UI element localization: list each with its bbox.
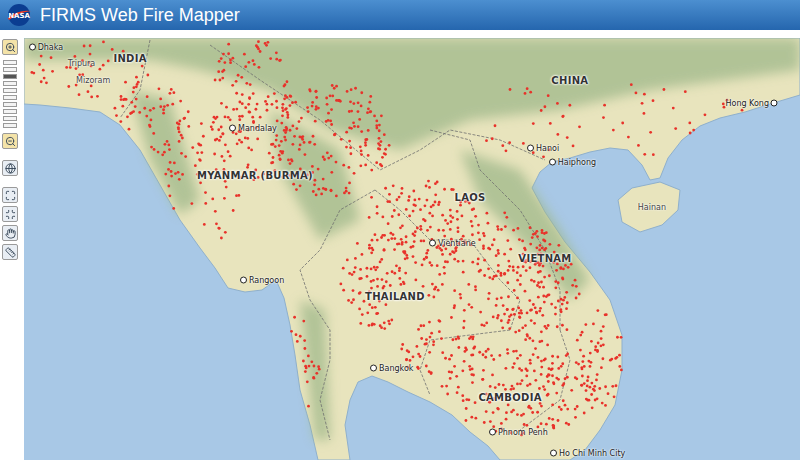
city-label[interactable]: Haiphong (549, 157, 596, 166)
basemap-icon (24, 38, 800, 460)
zoom-notch[interactable] (3, 67, 17, 72)
zoom-out-button[interactable] (2, 133, 18, 149)
zoom-slider[interactable] (3, 58, 17, 130)
city-label[interactable]: Rangoon (240, 276, 284, 285)
zoom-notch[interactable] (3, 95, 17, 100)
country-label: LAOS (454, 191, 485, 202)
zoom-box-out-icon (5, 209, 16, 220)
country-label: CHINA (551, 75, 588, 86)
city-marker-icon (240, 277, 247, 284)
zoom-box-in-button[interactable] (2, 187, 18, 203)
city-label[interactable]: Mandalay (229, 123, 277, 132)
country-label: THAILAND (365, 290, 425, 301)
measure-button[interactable] (2, 244, 18, 260)
country-label: CAMBODIA (478, 391, 541, 402)
zoom-notch[interactable] (3, 102, 17, 107)
city-name: Dhaka (38, 43, 64, 52)
region-label: Mizoram (76, 75, 110, 84)
city-label[interactable]: Phnom Penh (489, 427, 548, 436)
city-name: Phnom Penh (498, 427, 548, 436)
city-label[interactable]: Ho Chi Minh City (550, 449, 625, 458)
zoom-box-in-icon (5, 190, 16, 201)
full-extent-button[interactable] (2, 160, 18, 176)
city-name: Vientiane (438, 238, 476, 247)
region-label: Tripura (68, 58, 96, 67)
country-label: VIETNAM (518, 253, 571, 264)
city-marker-icon (370, 365, 377, 372)
city-marker-icon (29, 44, 36, 51)
pan-button[interactable] (2, 225, 18, 241)
globe-icon (5, 163, 16, 174)
zoom-notch[interactable] (3, 88, 17, 93)
city-name: Ho Chi Minh City (559, 449, 625, 458)
city-name: Bangkok (379, 364, 413, 373)
city-marker-icon (229, 124, 236, 131)
nasa-logo-icon: NASA (6, 3, 32, 27)
fire-mapper-page: NASA FIRMS Web Fire Mapper INDIA CHINA MYANM… (0, 0, 800, 460)
city-marker-icon (549, 158, 556, 165)
hand-icon (5, 228, 16, 239)
zoom-notch[interactable] (3, 74, 17, 79)
header-bar: NASA FIRMS Web Fire Mapper (0, 0, 800, 30)
zoom-box-out-button[interactable] (2, 206, 18, 222)
city-name: Mandalay (238, 123, 277, 132)
ruler-icon (5, 247, 16, 258)
city-marker-icon (527, 145, 534, 152)
city-label[interactable]: Hong Kong (725, 99, 778, 108)
country-label: MYANMAR (BURMA) (197, 169, 313, 180)
city-label[interactable]: Vientiane (429, 238, 476, 247)
city-marker-icon (550, 450, 557, 457)
zoom-notch[interactable] (3, 123, 17, 128)
zoom-notch[interactable] (3, 116, 17, 121)
app-title: FIRMS Web Fire Mapper (40, 5, 240, 26)
zoom-out-icon (5, 136, 16, 147)
city-label[interactable]: Hanoi (527, 144, 559, 153)
city-marker-icon (771, 100, 778, 107)
zoom-notch[interactable] (3, 60, 17, 65)
zoom-in-icon (5, 42, 16, 53)
city-marker-icon (429, 239, 436, 246)
zoom-notch[interactable] (3, 81, 17, 86)
city-name: Haiphong (558, 157, 596, 166)
map-canvas[interactable]: INDIA CHINA MYANMAR (BURMA) LAOS VIETNAM THAI… (24, 38, 800, 460)
svg-text:NASA: NASA (8, 12, 30, 20)
map-body: INDIA CHINA MYANMAR (BURMA) LAOS VIETNAM THAI… (0, 30, 800, 460)
region-label: Hainan (638, 202, 666, 211)
map-toolbar (0, 38, 20, 460)
zoom-in-button[interactable] (2, 39, 18, 55)
city-label[interactable]: Dhaka (29, 43, 64, 52)
city-label[interactable]: Bangkok (370, 364, 413, 373)
city-name: Rangoon (249, 276, 284, 285)
country-label: INDIA (113, 53, 146, 64)
fire-points-icon (30, 40, 743, 436)
city-marker-icon (489, 428, 496, 435)
zoom-notch[interactable] (3, 109, 17, 114)
city-name: Hanoi (536, 144, 559, 153)
city-name: Hong Kong (725, 99, 769, 108)
